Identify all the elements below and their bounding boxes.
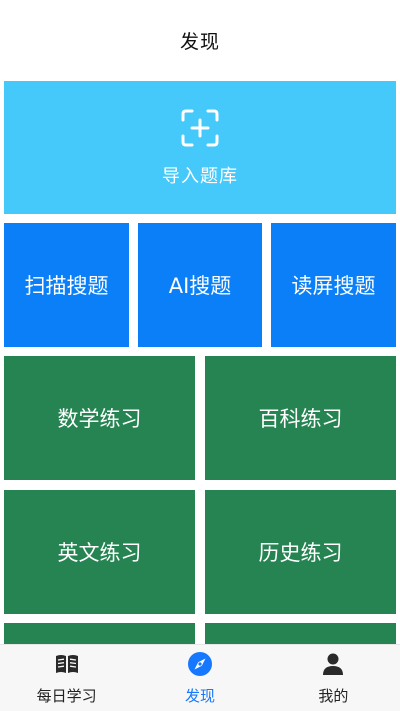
person-icon [323, 653, 344, 675]
page-title: 发现 [179, 30, 220, 53]
tab-daily-study[interactable]: 每日学习 [0, 645, 133, 711]
screen-read-search-button[interactable]: 读屏搜题 [271, 223, 396, 347]
ai-search-label: AI搜题 [168, 274, 232, 298]
top-bar: 发现 [0, 0, 400, 80]
tab-discover-label: 发现 [184, 687, 215, 705]
discover-screen: 发现 导入题库 扫描搜题 AI搜题 读屏搜题 数学练习 百科练习 英文练习 历史… [0, 0, 400, 711]
compass-icon [187, 652, 212, 676]
encyclopedia-practice-button[interactable]: 百科练习 [205, 356, 396, 480]
book-icon [55, 655, 78, 673]
tab-daily-study-label: 每日学习 [36, 687, 97, 705]
history-practice-label: 历史练习 [258, 541, 343, 565]
math-practice-button[interactable]: 数学练习 [4, 356, 195, 480]
bottom-tab-bar: 每日学习 发现 我的 [0, 644, 400, 711]
ai-search-button[interactable]: AI搜题 [138, 223, 262, 347]
tab-mine-label: 我的 [318, 687, 349, 705]
history-practice-button[interactable]: 历史练习 [205, 490, 396, 614]
encyclopedia-practice-label: 百科练习 [258, 407, 343, 431]
scan-search-button[interactable]: 扫描搜题 [4, 223, 129, 347]
scan-add-icon [181, 109, 219, 146]
english-practice-button[interactable]: 英文练习 [4, 490, 195, 614]
import-question-bank-label: 导入题库 [162, 165, 238, 187]
math-practice-label: 数学练习 [57, 407, 142, 431]
english-practice-label: 英文练习 [57, 541, 142, 565]
tab-mine[interactable]: 我的 [267, 645, 400, 711]
tab-discover[interactable]: 发现 [133, 645, 266, 711]
scan-search-label: 扫描搜题 [24, 274, 109, 298]
screen-read-search-label: 读屏搜题 [291, 274, 376, 298]
import-question-bank-button[interactable]: 导入题库 [4, 81, 396, 214]
